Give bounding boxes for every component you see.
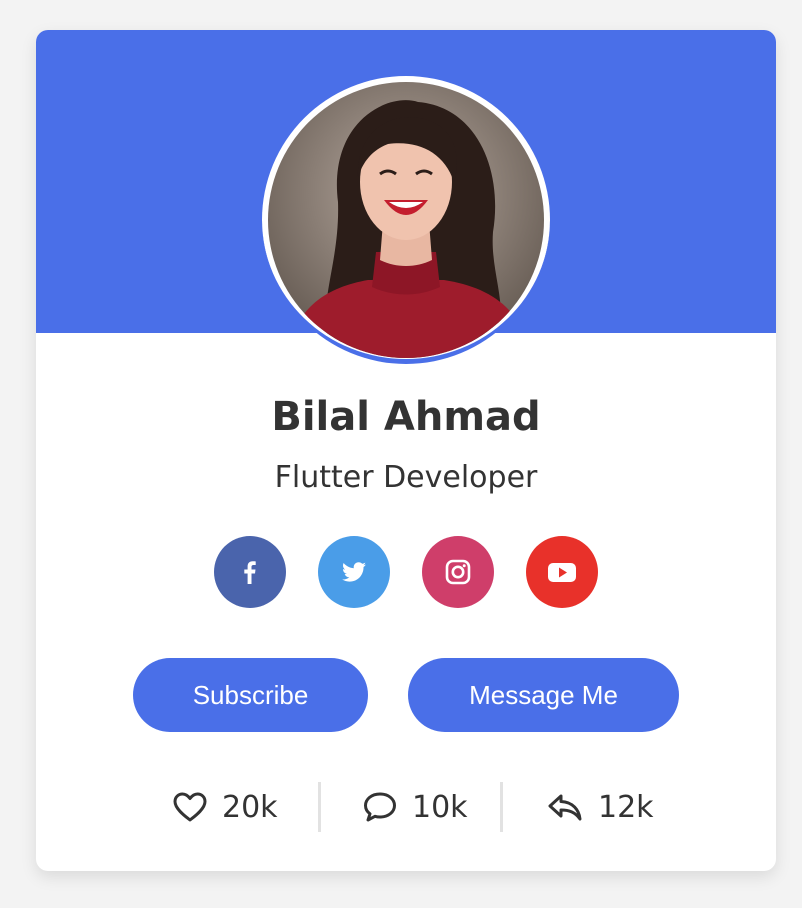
youtube-button[interactable]: [526, 536, 598, 608]
profile-role: Flutter Developer: [274, 460, 538, 495]
comments-count: 10k: [412, 789, 468, 825]
twitter-button[interactable]: [318, 536, 390, 608]
reply-icon: [548, 794, 582, 821]
avatar-photo: [268, 82, 544, 358]
facebook-button[interactable]: [214, 536, 286, 608]
avatar: [268, 82, 544, 358]
profile-name: Bilal Ahmad: [271, 394, 541, 440]
shares-stat[interactable]: 12k: [546, 782, 654, 832]
stats-divider: [318, 782, 321, 832]
youtube-icon: [548, 563, 576, 582]
message-me-button[interactable]: Message Me: [408, 658, 679, 732]
shares-count: 12k: [598, 789, 654, 825]
likes-stat[interactable]: 20k: [172, 782, 278, 832]
facebook-icon: [244, 561, 256, 584]
stats-divider: [500, 782, 503, 832]
likes-count: 20k: [222, 789, 278, 825]
comments-stat[interactable]: 10k: [362, 782, 468, 832]
instagram-button[interactable]: [422, 536, 494, 608]
subscribe-button[interactable]: Subscribe: [133, 658, 368, 732]
comment-icon: [364, 792, 396, 822]
profile-card: Bilal Ahmad Flutter Developer Subscribe …: [36, 30, 776, 871]
heart-icon: [173, 792, 207, 822]
instagram-icon: [445, 559, 471, 585]
twitter-icon: [342, 562, 366, 582]
